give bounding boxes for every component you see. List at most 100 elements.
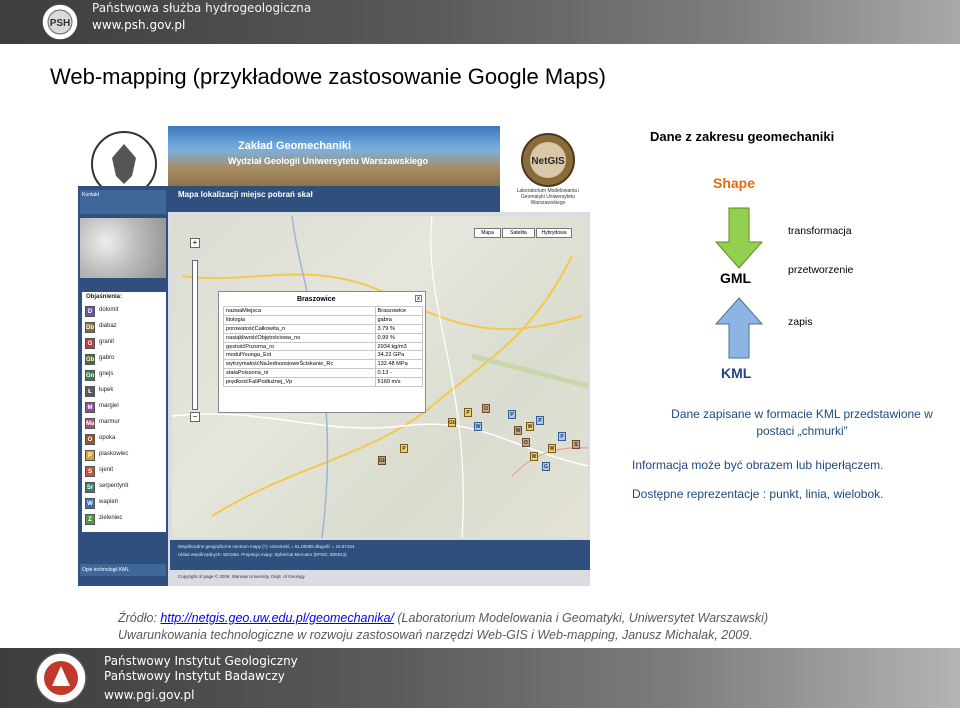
map-title: Mapa lokalizacji miejsc pobrań skał bbox=[178, 190, 313, 199]
table-row: stałaPoissona_ni 0.13 - bbox=[223, 368, 424, 379]
step-transformation: transformacja bbox=[788, 225, 852, 237]
legend-item: Mmargiel bbox=[85, 402, 165, 414]
map-marker[interactable]: P bbox=[508, 410, 516, 419]
rock-symbol-icon: Ma bbox=[85, 418, 95, 429]
legend-item: Ppiaskowiec bbox=[85, 450, 165, 462]
property-name: stałaPoissona_ni bbox=[223, 368, 376, 379]
source-citation: Źródło: http://netgis.geo.uw.edu.pl/geom… bbox=[118, 611, 768, 625]
property-name: modułYounga_Est bbox=[223, 350, 376, 361]
table-row: prędkośćFaliPodłużnej_Vp 5160 m/s bbox=[223, 377, 424, 388]
legend-title: Objaśnienia: bbox=[86, 294, 123, 300]
step-save: zapis bbox=[788, 316, 813, 328]
table-row: wytrzymałośćNaJednoosioweŚciskanie_Rc 132… bbox=[223, 359, 424, 370]
legend-label: granit bbox=[99, 339, 115, 345]
table-row: porowatośćCałkowita_n 3.79 % bbox=[223, 323, 424, 334]
table-row: nasiąkliwośćObjętościowa_no 0.99 % bbox=[223, 332, 424, 343]
pig-logo-icon bbox=[35, 652, 87, 704]
property-value: 3.79 % bbox=[374, 323, 424, 334]
legend-item: Łłupek bbox=[85, 386, 165, 398]
description-cloud: Dane zapisane w formacie KML przedstawio… bbox=[671, 407, 933, 438]
close-icon[interactable]: x bbox=[415, 295, 422, 302]
slide-title: Web-mapping (przykładowe zastosowanie Go… bbox=[50, 64, 606, 89]
map-marker[interactable]: Gb bbox=[448, 418, 456, 427]
source-link[interactable]: http://netgis.geo.uw.edu.pl/geomechanika… bbox=[160, 611, 394, 625]
source-publication: Uwarunkowania technologiczne w rozwoju z… bbox=[118, 628, 753, 642]
contact-link[interactable]: Kontakt bbox=[80, 190, 166, 214]
info-window-title: Braszowice bbox=[297, 296, 336, 303]
map-marker[interactable]: P bbox=[536, 416, 544, 425]
step-processing: przetworzenie bbox=[788, 264, 854, 276]
rock-core-photo bbox=[80, 218, 166, 278]
rock-symbol-icon: Z bbox=[85, 514, 95, 525]
rock-symbol-icon: Gb bbox=[85, 354, 95, 365]
legend-label: gnejs bbox=[99, 371, 114, 377]
map-marker[interactable]: Gb bbox=[378, 456, 386, 465]
kml-description-link[interactable]: Opis technologii KML bbox=[80, 564, 166, 576]
legend-item: Ssjenit bbox=[85, 466, 165, 478]
rock-symbol-icon: M bbox=[85, 402, 95, 413]
property-value: 0.13 - bbox=[374, 368, 424, 379]
legend-label: marmur bbox=[99, 419, 120, 425]
map-marker[interactable]: W bbox=[514, 426, 522, 435]
rock-symbol-icon: W bbox=[85, 498, 95, 509]
map-marker[interactable]: W bbox=[530, 452, 538, 461]
map-marker[interactable]: S bbox=[572, 440, 580, 449]
map-marker[interactable]: W bbox=[526, 422, 534, 431]
map-type-button[interactable]: Satelita bbox=[502, 228, 535, 238]
zoom-control[interactable]: + − bbox=[188, 238, 202, 422]
rock-symbol-icon: O bbox=[85, 434, 95, 445]
footer-url[interactable]: www.pgi.gov.pl bbox=[104, 688, 194, 702]
table-row: modułYounga_Est 34.22 GPa bbox=[223, 350, 424, 361]
legend-item: Ma marmur bbox=[85, 418, 165, 430]
rock-symbol-icon: Gn bbox=[85, 370, 95, 381]
property-name: prędkośćFaliPodłużnej_Vp bbox=[223, 377, 376, 388]
info-window: Braszowice x nazwaMiejsca Braszowice litol… bbox=[218, 291, 426, 413]
legend-item: Ggranit bbox=[85, 338, 165, 350]
description-representations: Dostępne reprezentacje : punkt, linia, w… bbox=[632, 487, 884, 501]
rock-symbol-icon: G bbox=[85, 338, 95, 349]
zoom-slider[interactable] bbox=[192, 260, 198, 410]
map-type-button[interactable]: Mapa bbox=[474, 228, 501, 238]
legend-panel: Objaśnienia: Ddolomit Db diabaz Ggranit Gb ga… bbox=[82, 292, 166, 532]
description-hyperlink: Informacja może być obrazem lub hiperłąc… bbox=[632, 458, 884, 472]
footer-institution-subtitle: Państwowy Instytut Badawczy bbox=[104, 669, 285, 683]
map-marker[interactable]: O bbox=[522, 438, 530, 447]
rock-symbol-icon: Ł bbox=[85, 386, 95, 397]
map-marker[interactable]: W bbox=[548, 444, 556, 453]
legend-item: Ddolomit bbox=[85, 306, 165, 318]
table-row: litologia gabra bbox=[223, 314, 424, 325]
psh-logo-icon: PSH bbox=[41, 3, 79, 41]
property-value: 34.22 GPa bbox=[374, 350, 424, 361]
legend-label: łupek bbox=[99, 387, 114, 393]
map-type-button[interactable]: Hybrydowa bbox=[536, 228, 572, 238]
info-window-table: nazwaMiejsca Braszowice litologia gabra poro… bbox=[223, 306, 424, 388]
netgis-caption: Laboratorium Modelowania i Geomatyki Uni… bbox=[516, 188, 580, 206]
institution-name: Państwowa służba hydrogeologiczna bbox=[92, 1, 312, 15]
table-row: nazwaMiejsca Braszowice bbox=[223, 306, 424, 316]
property-value: 2934 kg/m3 bbox=[374, 341, 424, 352]
zoom-in-button[interactable]: + bbox=[190, 238, 200, 248]
rock-symbol-icon: Sr bbox=[85, 482, 95, 493]
property-value: gabra bbox=[374, 314, 424, 325]
property-name: porowatośćCałkowita_n bbox=[223, 323, 376, 334]
shape-format-label: Shape bbox=[713, 175, 756, 191]
institution-url[interactable]: www.psh.gov.pl bbox=[92, 18, 185, 32]
rock-symbol-icon: D bbox=[85, 306, 95, 317]
rock-symbol-icon: S bbox=[85, 466, 95, 477]
map-marker[interactable]: P bbox=[558, 432, 566, 441]
netgis-label: NetGIS bbox=[531, 156, 565, 167]
legend-label: margiel bbox=[99, 403, 119, 409]
map-marker[interactable]: W bbox=[474, 422, 482, 431]
map-marker[interactable]: O bbox=[482, 404, 490, 413]
map-marker[interactable]: P bbox=[400, 444, 408, 453]
projection-line: Układ współrzędnych: WGS84. Projekcja ma… bbox=[178, 552, 347, 557]
legend-label: zieleniec bbox=[99, 515, 123, 521]
property-name: wytrzymałośćNaJednoosioweŚciskanie_Rc bbox=[223, 359, 376, 370]
map-marker[interactable]: G bbox=[542, 462, 550, 471]
map-marker[interactable]: P bbox=[464, 408, 472, 417]
legend-label: gabro bbox=[99, 355, 115, 361]
web-map-screenshot: Zakład Geomechaniki Wydział Geologii Uni… bbox=[78, 126, 590, 586]
zoom-out-button[interactable]: − bbox=[190, 412, 200, 422]
banner-title: Zakład Geomechaniki bbox=[238, 140, 352, 152]
legend-item: Oopoka bbox=[85, 434, 165, 446]
